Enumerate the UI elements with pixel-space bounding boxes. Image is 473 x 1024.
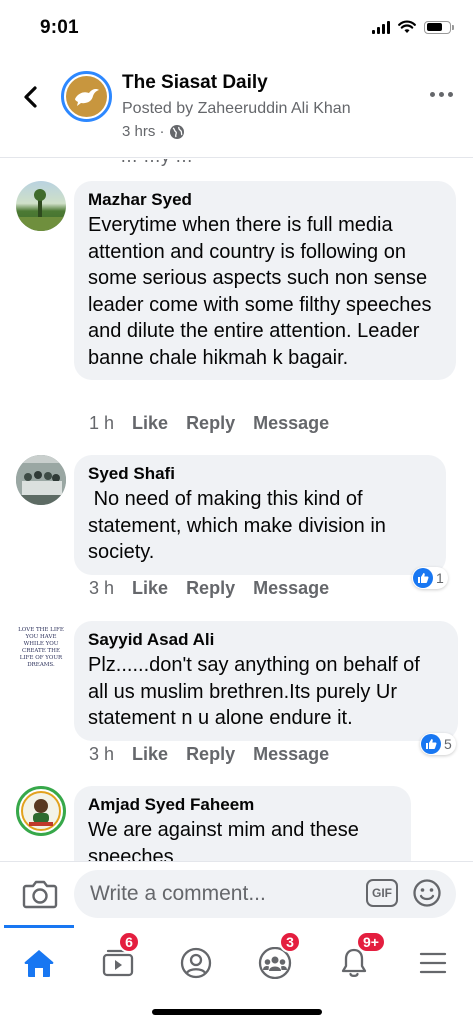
reply-button[interactable]: Reply <box>186 413 235 434</box>
page-avatar[interactable] <box>61 71 112 122</box>
wifi-icon <box>398 20 416 33</box>
reaction-number: 5 <box>444 736 452 752</box>
comment-bubble[interactable]: Mazhar Syed Everytime when there is full… <box>74 181 456 380</box>
post-time-text: 3 hrs · <box>122 123 165 140</box>
tab-groups[interactable]: 3 <box>245 931 305 993</box>
groups-badge: 3 <box>279 931 301 953</box>
message-button[interactable]: Message <box>253 578 329 599</box>
posted-by[interactable]: Posted by Zaheeruddin Ali Khan <box>122 100 351 118</box>
profile-icon <box>180 947 212 979</box>
more-options-button[interactable] <box>430 92 453 97</box>
commenter-name[interactable]: Amjad Syed Faheem <box>88 795 397 815</box>
avatar[interactable] <box>16 181 66 231</box>
comment-input[interactable] <box>74 870 456 918</box>
comment-bubble[interactable]: Syed Shafi No need of making this kind o… <box>74 455 446 575</box>
commenter-name[interactable]: Mazhar Syed <box>88 190 442 210</box>
commenter-name[interactable]: Syed Shafi <box>88 464 432 484</box>
status-bar: 9:01 <box>0 0 473 56</box>
emoji-button[interactable] <box>412 878 442 908</box>
comment-time[interactable]: 3 h <box>89 578 114 599</box>
comment-text: We are against mim and these speeches <box>88 819 365 861</box>
like-button[interactable]: Like <box>132 744 168 765</box>
active-tab-indicator <box>4 925 74 928</box>
reaction-number: 1 <box>436 570 444 586</box>
message-button[interactable]: Message <box>253 413 329 434</box>
comments-list[interactable]: … …y … Mazhar Syed Everytime when there … <box>0 159 473 861</box>
comment-text: No need of making this kind of statement… <box>88 488 392 563</box>
reaction-count[interactable]: 1 <box>412 567 448 589</box>
signal-icon <box>372 20 390 34</box>
notifications-badge: 9+ <box>356 931 386 953</box>
commenter-name[interactable]: Sayyid Asad Ali <box>88 630 444 650</box>
avatar-quote-text: LOVE THE LIFE YOU HAVE WHILE YOU CREATE … <box>18 627 64 668</box>
back-button[interactable] <box>18 82 44 112</box>
like-button[interactable]: Like <box>132 578 168 599</box>
dove-logo-icon <box>66 76 107 117</box>
post-time: 3 hrs · <box>122 123 185 140</box>
watch-icon <box>102 949 134 977</box>
comment-text: Everytime when there is full media atten… <box>88 214 438 369</box>
bottom-tab-bar: 6 3 9+ <box>0 925 473 1024</box>
comment-time[interactable]: 3 h <box>89 744 114 765</box>
comment-actions: 3 h Like Reply Message <box>89 578 329 599</box>
comment-bubble[interactable]: Amjad Syed Faheem We are against mim and… <box>74 786 411 861</box>
camera-icon <box>22 880 58 909</box>
tab-profile[interactable] <box>166 933 226 993</box>
home-icon <box>24 950 54 977</box>
like-button[interactable]: Like <box>132 413 168 434</box>
watch-badge: 6 <box>118 931 140 953</box>
menu-icon <box>419 952 447 974</box>
tab-watch[interactable]: 6 <box>88 931 148 993</box>
avatar[interactable] <box>16 455 66 505</box>
emoji-icon <box>413 879 441 907</box>
page-title[interactable]: The Siasat Daily <box>122 72 268 94</box>
comment-time[interactable]: 1 h <box>89 413 114 434</box>
cut-off-text: … …y … <box>120 159 193 167</box>
more-icon <box>430 92 435 97</box>
reaction-count[interactable]: 5 <box>420 733 456 755</box>
status-icons <box>372 20 454 34</box>
comment-actions: 1 h Like Reply Message <box>89 413 329 434</box>
comment-bubble[interactable]: Sayyid Asad Ali Plz......don't say anyth… <box>74 621 458 741</box>
globe-icon <box>169 124 184 139</box>
reply-button[interactable]: Reply <box>186 578 235 599</box>
tab-notifications[interactable]: 9+ <box>324 931 386 993</box>
back-icon <box>24 86 37 108</box>
battery-icon <box>424 20 454 34</box>
tab-menu[interactable] <box>403 933 463 993</box>
avatar[interactable]: LOVE THE LIFE YOU HAVE WHILE YOU CREATE … <box>16 623 66 673</box>
home-indicator <box>152 1009 322 1015</box>
like-icon <box>413 568 433 588</box>
avatar[interactable] <box>16 786 66 836</box>
gif-button[interactable]: GIF <box>366 879 398 907</box>
message-button[interactable]: Message <box>253 744 329 765</box>
reply-button[interactable]: Reply <box>186 744 235 765</box>
like-icon <box>421 734 441 754</box>
post-header: The Siasat Daily Posted by Zaheeruddin A… <box>0 62 473 158</box>
camera-button[interactable] <box>22 878 58 910</box>
comment-actions: 3 h Like Reply Message <box>89 744 329 765</box>
status-time: 9:01 <box>40 17 79 38</box>
tab-home[interactable] <box>9 933 69 993</box>
comment-composer: GIF <box>0 861 473 925</box>
comment-text: Plz......don't say anything on behalf of… <box>88 654 426 729</box>
